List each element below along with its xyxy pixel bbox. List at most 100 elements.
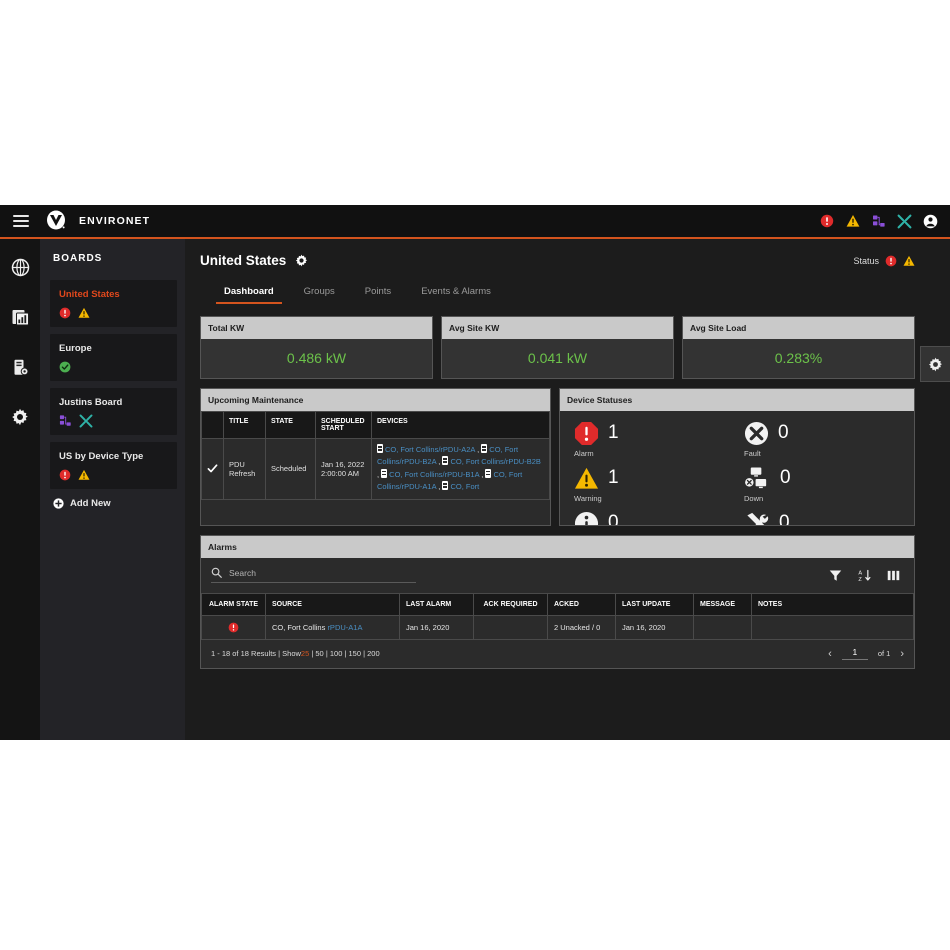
alarms-search-container[interactable]: [211, 567, 416, 583]
device-link[interactable]: CO, Fort Collins/rPDU-A2A: [385, 445, 475, 454]
pdu-device-icon: [377, 444, 383, 453]
columns-icon[interactable]: [887, 569, 900, 582]
tab-dashboard[interactable]: Dashboard: [216, 286, 282, 304]
alarm-acked-link[interactable]: 2 Unacked / 0: [547, 615, 616, 640]
application-window: ENVIRONET BOARDS United States Europe Ju…: [0, 205, 950, 740]
page-size-200[interactable]: 200: [367, 649, 380, 658]
alarm-icon[interactable]: [885, 255, 897, 267]
tab-bar: Dashboard Groups Points Events & Alarms: [200, 286, 915, 304]
device-status-warning[interactable]: 1 Warning: [574, 464, 744, 503]
device-link[interactable]: CO, Fort: [450, 482, 479, 491]
tab-events-alarms[interactable]: Events & Alarms: [421, 286, 491, 304]
col-ack-required: ACK REQUIRED: [473, 593, 548, 616]
top-navigation-bar: ENVIRONET: [0, 205, 950, 239]
device-status-grid: 1 Alarm 0 Fault 1 Warning 0 Down 0 0: [574, 419, 914, 525]
rail-item-settings[interactable]: [7, 405, 33, 429]
results-count-label: 1 - 18 of 18 Results | Show: [211, 649, 301, 658]
left-icon-rail: [0, 239, 40, 740]
page-settings-gear-icon[interactable]: [295, 254, 308, 267]
page-size-50[interactable]: 50: [315, 649, 323, 658]
device-status-alarm[interactable]: 1 Alarm: [574, 419, 744, 458]
page-header: United States Status: [200, 253, 915, 268]
board-label: Europe: [59, 343, 92, 354]
col-source: SOURCE: [265, 593, 400, 616]
page-size-150[interactable]: 150: [349, 649, 362, 658]
panel-title: Alarms: [201, 536, 914, 558]
row-checkmark-icon[interactable]: [201, 438, 224, 500]
rail-item-reports[interactable]: [7, 305, 33, 329]
dashboard-panel-row: Upcoming Maintenance TITLE STATE SCHEDUL…: [200, 388, 915, 526]
gear-icon: [928, 357, 943, 372]
brand-name: ENVIRONET: [79, 215, 151, 227]
pdu-device-icon: [381, 468, 388, 478]
device-status-down[interactable]: 0 Down: [744, 464, 914, 503]
tools-icon[interactable]: [897, 214, 912, 229]
alarm-source-cell: CO, Fort Collins rPDU-A1A: [265, 615, 400, 640]
alarms-panel: Alarms Search A Z ALARM STATE SOURCE LAS…: [200, 535, 915, 669]
next-page-icon[interactable]: ›: [900, 648, 904, 660]
alarm-source-link[interactable]: rPDU-A1A: [327, 623, 362, 632]
board-item-us-by-device-type[interactable]: US by Device Type: [50, 442, 177, 489]
devices-icon: [59, 414, 72, 427]
tab-groups[interactable]: Groups: [304, 286, 335, 304]
pdu-device-icon: [442, 481, 449, 491]
device-status-fault[interactable]: 0 Fault: [744, 419, 914, 458]
status-label: Status: [853, 255, 879, 266]
device-status-label: Warning: [574, 494, 602, 503]
hamburger-menu-icon[interactable]: [13, 215, 29, 227]
table-row[interactable]: CO, Fort Collins rPDU-A1A Jan 16, 2020 2…: [201, 615, 914, 640]
device-status-count: 0: [608, 512, 619, 525]
maintenance-state: Scheduled: [265, 438, 316, 500]
device-statuses-panel: Device Statuses 1 Alarm 0 Fault 1 Warnin…: [559, 388, 915, 526]
rail-item-devices[interactable]: [7, 355, 33, 379]
board-status-icons: [59, 360, 168, 373]
total-pages-label: of 1: [877, 649, 891, 658]
search-input[interactable]: [229, 567, 416, 578]
plus-circle-icon: [53, 498, 64, 509]
device-link[interactable]: CO, Fort Collins/rPDU-B2B: [450, 457, 540, 466]
info-circle-icon: [574, 511, 599, 525]
alarm-ack-required: [473, 615, 548, 640]
board-label: Justins Board: [59, 397, 123, 408]
add-new-board-button[interactable]: Add New: [53, 498, 177, 509]
alarms-table: ALARM STATE SOURCE LAST ALARM ACK REQUIR…: [201, 593, 914, 640]
device-status-count: 0: [779, 512, 790, 525]
col-last-alarm: LAST ALARM: [399, 593, 474, 616]
kpi-title: Avg Site KW: [442, 317, 673, 339]
current-page-input[interactable]: 1: [841, 647, 868, 660]
warning-icon[interactable]: [845, 214, 860, 229]
device-link[interactable]: CO, Fort Collins/rPDU-B1A: [389, 470, 479, 479]
board-item-united-states[interactable]: United States: [50, 280, 177, 327]
warning-icon[interactable]: [903, 255, 915, 267]
page-size-25[interactable]: 25: [301, 649, 309, 658]
maintenance-devices-cell: CO, Fort Collins/rPDU-A2A , CO, Fort Col…: [370, 438, 551, 500]
table-header-row: ALARM STATE SOURCE LAST ALARM ACK REQUIR…: [201, 593, 914, 616]
right-settings-panel-toggle[interactable]: [920, 346, 950, 382]
tools-icon: [79, 414, 93, 428]
col-title: TITLE: [223, 411, 266, 439]
tab-points[interactable]: Points: [365, 286, 391, 304]
device-status-info[interactable]: 0: [574, 509, 744, 525]
alarm-icon[interactable]: [819, 214, 834, 229]
device-status-label: Fault: [744, 449, 761, 458]
table-row[interactable]: PDU Refresh Scheduled Jan 16, 2022 2:00:…: [201, 438, 551, 500]
user-account-icon[interactable]: [923, 214, 938, 229]
board-item-justins-board[interactable]: Justins Board: [50, 388, 177, 435]
filter-icon[interactable]: [829, 569, 842, 582]
device-status-maintenance[interactable]: 0: [744, 509, 914, 525]
sort-az-icon[interactable]: A Z: [858, 569, 871, 582]
board-status-icons: [59, 306, 168, 319]
prev-page-icon[interactable]: ‹: [828, 648, 832, 660]
board-item-europe[interactable]: Europe: [50, 334, 177, 381]
rail-item-globe[interactable]: [7, 255, 33, 279]
fault-x-icon: [744, 421, 769, 446]
globe-icon: [11, 258, 30, 277]
boards-title: BOARDS: [53, 253, 103, 264]
maintenance-title-link[interactable]: PDU Refresh: [223, 438, 266, 500]
devices-icon[interactable]: [871, 214, 886, 229]
maintenance-table: TITLE STATE SCHEDULED START DEVICES PDU …: [201, 411, 551, 500]
page-size-100[interactable]: 100: [330, 649, 343, 658]
pdu-device-icon: [442, 456, 449, 466]
kpi-title: Avg Site Load: [683, 317, 914, 339]
alarm-last-alarm: Jan 16, 2020: [399, 615, 474, 640]
